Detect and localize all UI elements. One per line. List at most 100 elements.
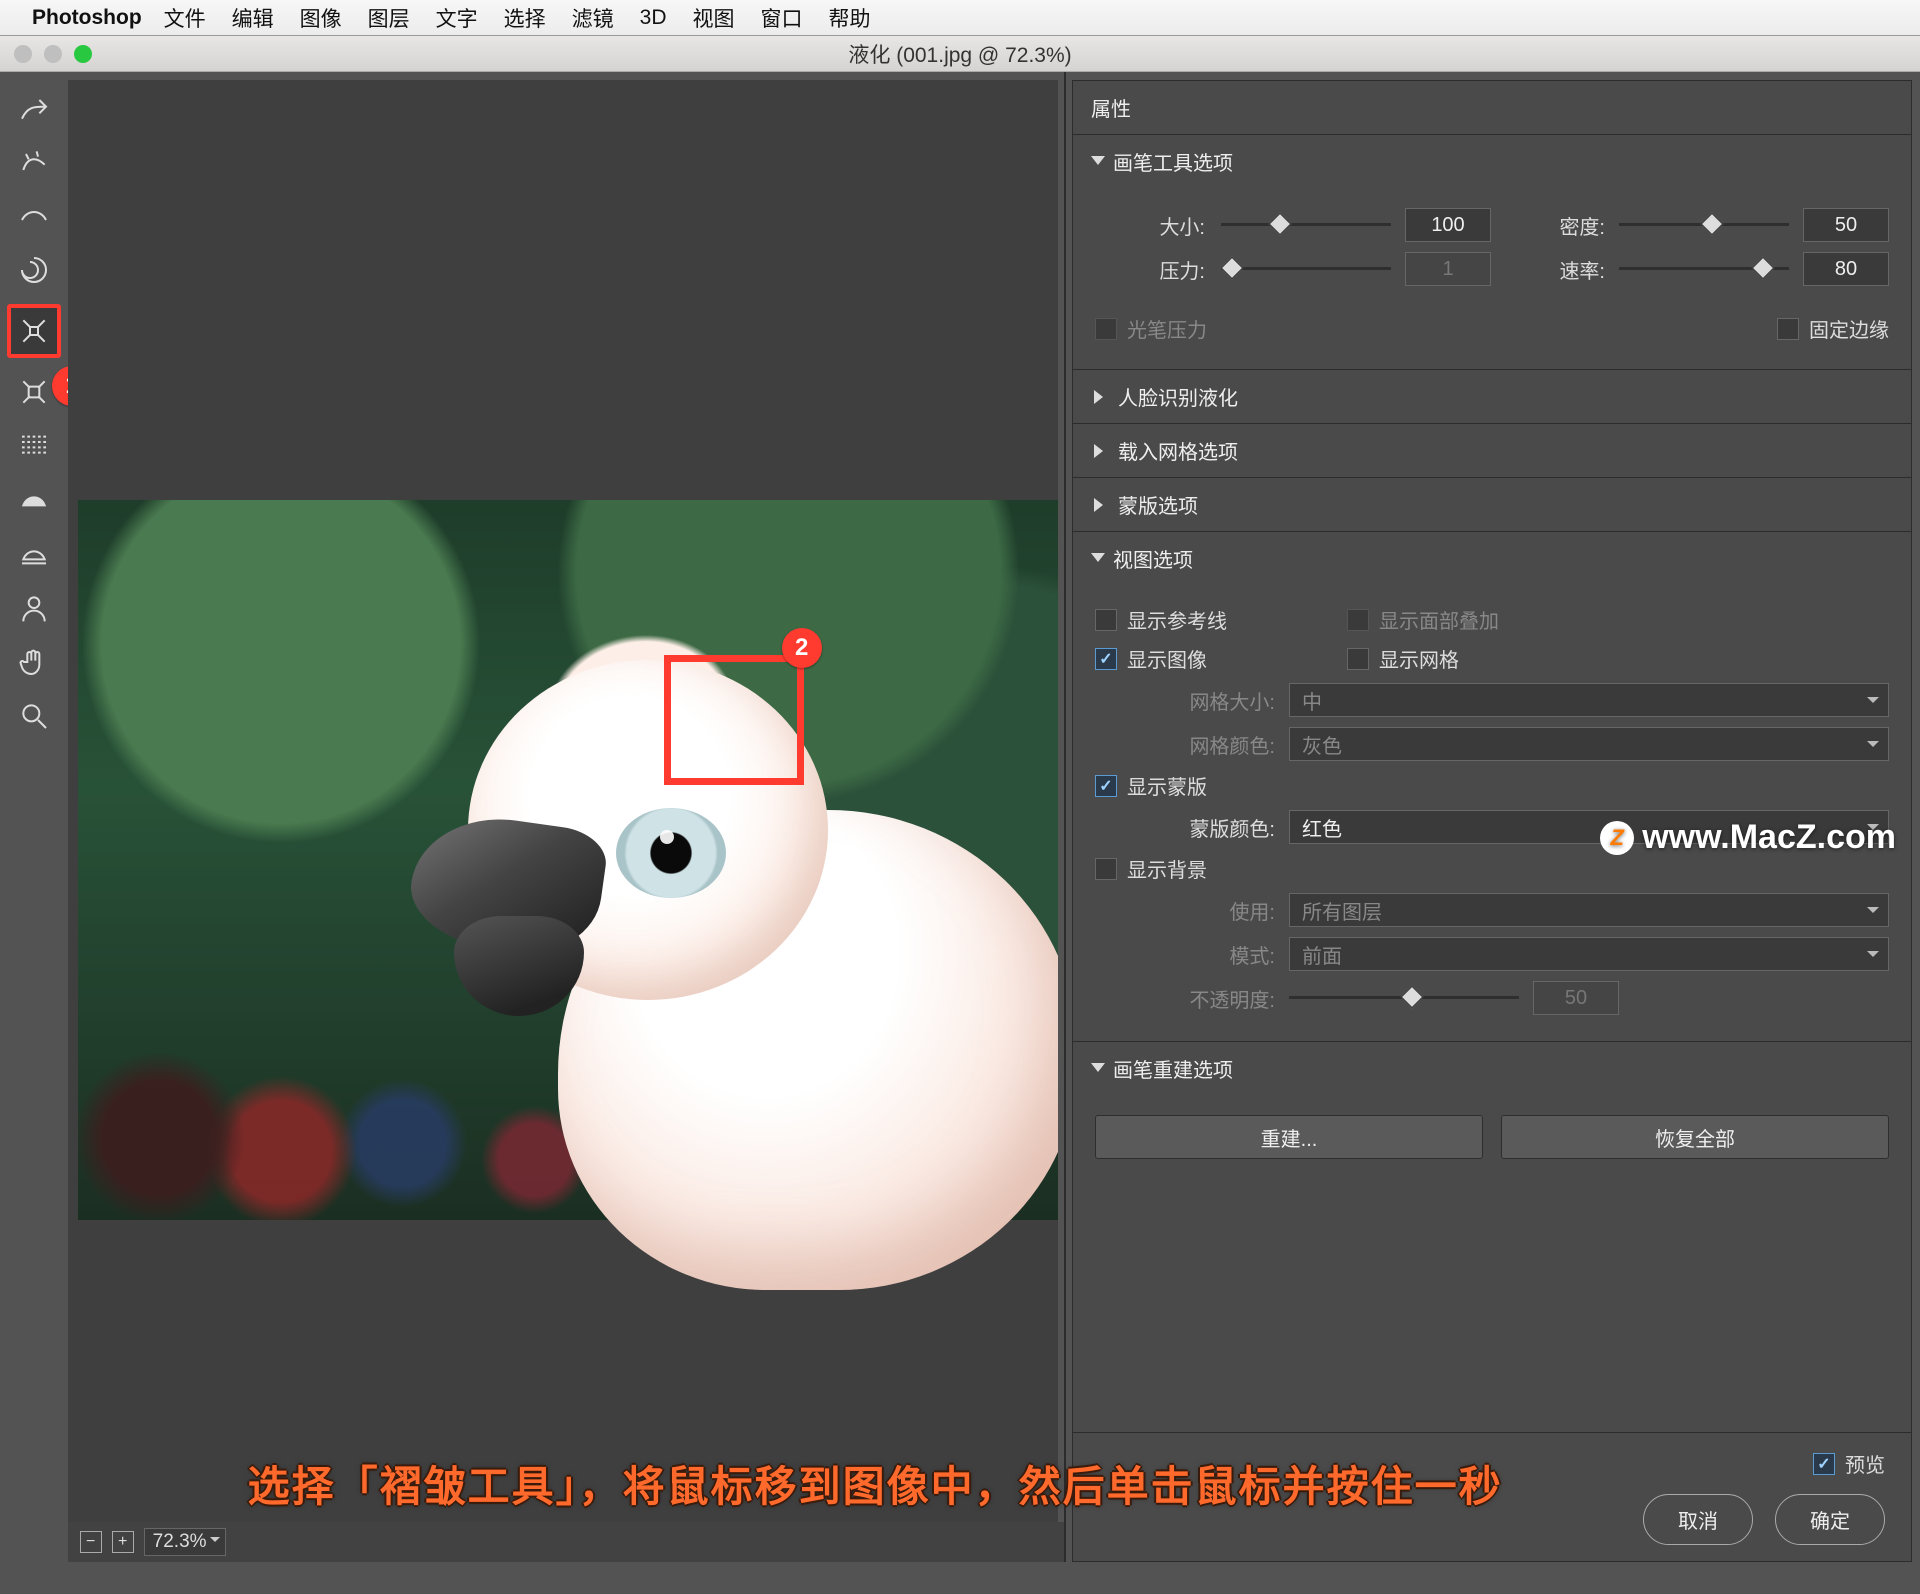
face-liquify-header[interactable]: 人脸识别液化 bbox=[1073, 370, 1911, 423]
pucker-tool[interactable] bbox=[7, 304, 61, 358]
chevron-right-icon bbox=[1094, 390, 1110, 404]
show-face-overlay-checkbox: 显示面部叠加 bbox=[1347, 605, 1499, 634]
density-input[interactable]: 50 bbox=[1803, 208, 1889, 242]
mode-select: 前面 bbox=[1289, 937, 1889, 971]
menu-image[interactable]: 图像 bbox=[300, 3, 342, 33]
pin-edges-label: 固定边缘 bbox=[1809, 314, 1889, 343]
canvas-statusbar: − + 72.3% bbox=[68, 1522, 1064, 1562]
rate-slider[interactable] bbox=[1619, 257, 1789, 281]
annotation-badge-2: 2 bbox=[782, 628, 822, 668]
show-mesh-label: 显示网格 bbox=[1379, 644, 1459, 673]
forward-warp-tool[interactable] bbox=[14, 88, 54, 128]
pressure-label: 压力: bbox=[1095, 255, 1205, 284]
canvas[interactable]: 2 bbox=[68, 80, 1058, 1522]
menu-file[interactable]: 文件 bbox=[164, 3, 206, 33]
properties-panel: 属性 画笔工具选项 大小: 100 压力: 1 bbox=[1064, 72, 1920, 1562]
watermark: Z www.MacZ.com bbox=[1600, 818, 1896, 857]
use-label: 使用: bbox=[1095, 896, 1275, 925]
load-mesh-label: 载入网格选项 bbox=[1118, 436, 1238, 465]
menu-help[interactable]: 帮助 bbox=[829, 3, 871, 33]
show-guides-label: 显示参考线 bbox=[1127, 605, 1227, 634]
show-mask-checkbox[interactable]: 显示蒙版 bbox=[1095, 771, 1207, 800]
opacity-slider bbox=[1289, 986, 1519, 1010]
menu-type[interactable]: 文字 bbox=[436, 3, 478, 33]
menu-3d[interactable]: 3D bbox=[640, 6, 667, 30]
cancel-button[interactable]: 取消 bbox=[1643, 1494, 1753, 1545]
face-tool[interactable] bbox=[14, 588, 54, 628]
size-input[interactable]: 100 bbox=[1405, 208, 1491, 242]
menu-view[interactable]: 视图 bbox=[693, 3, 735, 33]
mesh-color-select: 灰色 bbox=[1289, 727, 1889, 761]
brush-options-header[interactable]: 画笔工具选项 bbox=[1073, 135, 1911, 188]
load-mesh-header[interactable]: 载入网格选项 bbox=[1073, 424, 1911, 477]
pen-pressure-label: 光笔压力 bbox=[1127, 314, 1207, 343]
zoom-out-button[interactable]: − bbox=[80, 1531, 102, 1553]
view-options-label: 视图选项 bbox=[1113, 544, 1193, 573]
reconstruct-tool[interactable] bbox=[14, 142, 54, 182]
reconstruct-options-header[interactable]: 画笔重建选项 bbox=[1073, 1042, 1911, 1095]
zoom-in-button[interactable]: + bbox=[112, 1531, 134, 1553]
window-titlebar: 液化 (001.jpg @ 72.3%) bbox=[0, 36, 1920, 72]
restore-all-button[interactable]: 恢复全部 bbox=[1501, 1115, 1889, 1159]
zoom-value: 72.3% bbox=[153, 1531, 207, 1552]
watermark-text: www.MacZ.com bbox=[1642, 818, 1896, 857]
show-image-checkbox[interactable]: 显示图像 bbox=[1095, 644, 1207, 673]
macos-menubar: Photoshop 文件 编辑 图像 图层 文字 选择 滤镜 3D 视图 窗口 … bbox=[0, 0, 1920, 36]
pressure-input: 1 bbox=[1405, 252, 1491, 286]
rate-input[interactable]: 80 bbox=[1803, 252, 1889, 286]
chevron-down-icon bbox=[1091, 1063, 1105, 1079]
close-window-icon[interactable] bbox=[14, 45, 32, 63]
pressure-slider[interactable] bbox=[1221, 257, 1391, 281]
freeze-mask-tool[interactable] bbox=[14, 480, 54, 520]
traffic-lights bbox=[14, 45, 92, 63]
panel-title: 属性 bbox=[1073, 81, 1911, 134]
minimize-window-icon[interactable] bbox=[44, 45, 62, 63]
reconstruct-options-label: 画笔重建选项 bbox=[1113, 1054, 1233, 1083]
menu-edit[interactable]: 编辑 bbox=[232, 3, 274, 33]
view-options-header[interactable]: 视图选项 bbox=[1073, 532, 1911, 585]
brush-options-label: 画笔工具选项 bbox=[1113, 147, 1233, 176]
watermark-icon: Z bbox=[1600, 821, 1634, 855]
show-guides-checkbox[interactable]: 显示参考线 bbox=[1095, 605, 1227, 634]
canvas-area: 2 − + 72.3% 选择「褶皱工具」，将鼠标移到图像中，然后单击鼠标并按住一… bbox=[68, 72, 1064, 1562]
twirl-tool[interactable] bbox=[14, 250, 54, 290]
thaw-mask-tool[interactable] bbox=[14, 534, 54, 574]
menu-layer[interactable]: 图层 bbox=[368, 3, 410, 33]
density-slider[interactable] bbox=[1619, 213, 1789, 237]
preview-checkbox[interactable]: 预览 bbox=[1813, 1449, 1885, 1478]
show-background-checkbox[interactable]: 显示背景 bbox=[1095, 854, 1207, 883]
opacity-input: 50 bbox=[1533, 981, 1619, 1015]
menu-filter[interactable]: 滤镜 bbox=[572, 3, 614, 33]
menu-select[interactable]: 选择 bbox=[504, 3, 546, 33]
mesh-size-label: 网格大小: bbox=[1095, 686, 1275, 715]
menu-window[interactable]: 窗口 bbox=[761, 3, 803, 33]
push-left-tool[interactable] bbox=[14, 426, 54, 466]
show-mask-label: 显示蒙版 bbox=[1127, 771, 1207, 800]
zoom-tool[interactable] bbox=[14, 696, 54, 736]
pin-edges-checkbox[interactable]: 固定边缘 bbox=[1777, 314, 1889, 343]
zoom-window-icon[interactable] bbox=[74, 45, 92, 63]
smooth-tool[interactable] bbox=[14, 196, 54, 236]
use-select: 所有图层 bbox=[1289, 893, 1889, 927]
mask-options-label: 蒙版选项 bbox=[1118, 490, 1198, 519]
pen-pressure-checkbox: 光笔压力 bbox=[1095, 314, 1207, 343]
mode-label: 模式: bbox=[1095, 940, 1275, 969]
show-background-label: 显示背景 bbox=[1127, 854, 1207, 883]
app-name[interactable]: Photoshop bbox=[32, 6, 142, 30]
show-mesh-checkbox[interactable]: 显示网格 bbox=[1347, 644, 1459, 673]
chevron-right-icon bbox=[1094, 444, 1110, 458]
document-image[interactable] bbox=[78, 500, 1058, 1220]
face-liquify-label: 人脸识别液化 bbox=[1118, 382, 1238, 411]
bloat-tool[interactable] bbox=[14, 372, 54, 412]
size-label: 大小: bbox=[1095, 211, 1205, 240]
size-slider[interactable] bbox=[1221, 213, 1391, 237]
zoom-level-select[interactable]: 72.3% bbox=[144, 1528, 226, 1556]
chevron-down-icon bbox=[1091, 156, 1105, 172]
mask-options-header[interactable]: 蒙版选项 bbox=[1073, 478, 1911, 531]
reconstruct-button[interactable]: 重建... bbox=[1095, 1115, 1483, 1159]
opacity-label: 不透明度: bbox=[1095, 984, 1275, 1013]
ok-button[interactable]: 确定 bbox=[1775, 1494, 1885, 1545]
density-label: 密度: bbox=[1521, 211, 1605, 240]
chevron-down-icon bbox=[1091, 553, 1105, 569]
hand-tool[interactable] bbox=[14, 642, 54, 682]
